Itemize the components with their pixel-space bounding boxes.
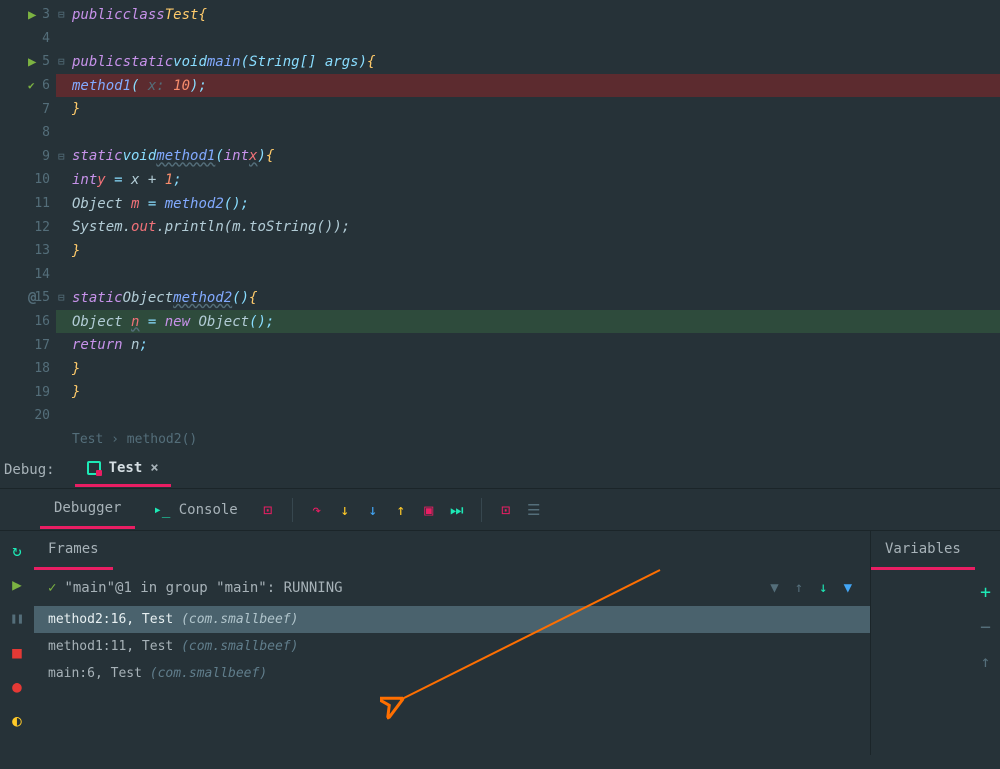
line-number: 6 (42, 78, 50, 93)
step-into-icon[interactable]: ↓ (333, 498, 357, 522)
step-out-icon[interactable]: ↑ (389, 498, 413, 522)
frame-item[interactable]: method2:16, Test (com.smallbeef) (34, 606, 870, 633)
line-number: 19 (34, 385, 50, 400)
line-number: 8 (42, 125, 50, 140)
debug-toolbar: Debugger ▸_ Console ⊡ ↷ ↓ ↓ ↑ ▣ ⏭ ⊡ ☰ (0, 489, 1000, 531)
frames-panel: Frames ✓ "main"@1 in group "main": RUNNI… (34, 531, 870, 755)
variables-header[interactable]: Variables (871, 531, 975, 570)
variables-panel: Variables + − ↑ (870, 531, 1000, 755)
breadcrumb[interactable]: Test › method2() (0, 428, 1000, 451)
debug-panels: ↻ ▶ ❚❚ ■ ● ◐ Frames ✓ "main"@1 in group … (0, 531, 1000, 755)
close-icon[interactable]: × (150, 460, 158, 476)
debug-label: Debug: (4, 462, 55, 478)
line-number: 16 (34, 314, 50, 329)
line-number: 7 (42, 102, 50, 117)
frames-header[interactable]: Frames (34, 531, 113, 570)
frame-item[interactable]: main:6, Test (com.smallbeef) (34, 660, 870, 687)
code-area[interactable]: ⊟public class Test { ⊟ public static voi… (56, 0, 1000, 428)
resume-icon[interactable]: ▶ (6, 573, 28, 595)
line-number: 17 (34, 338, 50, 353)
rerun-icon[interactable]: ↻ (6, 539, 28, 561)
fold-icon[interactable]: ⊟ (58, 291, 65, 304)
trace-icon[interactable]: ☰ (522, 498, 546, 522)
fold-icon[interactable]: ⊟ (58, 55, 65, 68)
add-watch-icon[interactable]: + (980, 582, 991, 603)
step-over-icon[interactable]: ↷ (305, 498, 329, 522)
breakpoint-check-icon[interactable]: ✔ (28, 79, 35, 92)
fold-icon[interactable]: ⊟ (58, 150, 65, 163)
line-number: 5 (42, 54, 50, 69)
debug-sidebar: ↻ ▶ ❚❚ ■ ● ◐ (0, 531, 34, 755)
code-editor: ▶ 3 4 ▶ 5 ✔ 6 7 8 9 10 11 12 13 14 @15 16 1… (0, 0, 1000, 428)
line-number: 11 (34, 196, 50, 211)
line-number: 12 (34, 220, 50, 235)
gutter: ▶ 3 4 ▶ 5 ✔ 6 7 8 9 10 11 12 13 14 @15 16 1… (0, 0, 56, 428)
override-icon[interactable]: @ (28, 290, 36, 306)
breakpoints-icon[interactable]: ● (6, 675, 28, 697)
next-frame-icon[interactable]: ↓ (819, 580, 827, 596)
run-to-cursor-icon[interactable]: ⏭ (445, 498, 469, 522)
check-icon: ✓ (48, 580, 56, 596)
prev-frame-icon[interactable]: ↑ (795, 580, 803, 596)
debug-config-tab[interactable]: Test × (75, 452, 171, 487)
debug-tab-bar: Debug: Test × (0, 451, 1000, 489)
line-number: 20 (34, 408, 50, 423)
fold-icon[interactable]: ⊟ (58, 8, 65, 21)
line-number: 9 (42, 149, 50, 164)
mute-breakpoints-icon[interactable]: ◐ (6, 709, 28, 731)
stop-icon[interactable]: ■ (6, 641, 28, 663)
move-up-icon[interactable]: ↑ (981, 652, 991, 671)
threads-icon[interactable]: ⊡ (256, 498, 280, 522)
line-number: 15 (34, 290, 50, 305)
line-number: 3 (42, 7, 50, 22)
line-number: 14 (34, 267, 50, 282)
pause-icon[interactable]: ❚❚ (6, 607, 28, 629)
app-icon (87, 461, 101, 475)
tab-console[interactable]: ▸_ Console (139, 492, 251, 528)
line-number: 4 (42, 31, 50, 46)
tab-debugger[interactable]: Debugger (40, 490, 135, 529)
drop-frame-icon[interactable]: ▣ (417, 498, 441, 522)
run-icon[interactable]: ▶ (28, 54, 36, 70)
line-number: 10 (34, 172, 50, 187)
remove-watch-icon[interactable]: − (980, 617, 991, 638)
filter-icon[interactable]: ▼ (844, 580, 852, 596)
frame-item[interactable]: method1:11, Test (com.smallbeef) (34, 633, 870, 660)
run-icon[interactable]: ▶ (28, 7, 36, 23)
dropdown-icon[interactable]: ▼ (770, 580, 778, 596)
line-number: 18 (34, 361, 50, 376)
line-number: 13 (34, 243, 50, 258)
thread-selector[interactable]: ✓ "main"@1 in group "main": RUNNING ▼ ↑ … (34, 570, 870, 606)
evaluate-icon[interactable]: ⊡ (494, 498, 518, 522)
force-step-into-icon[interactable]: ↓ (361, 498, 385, 522)
